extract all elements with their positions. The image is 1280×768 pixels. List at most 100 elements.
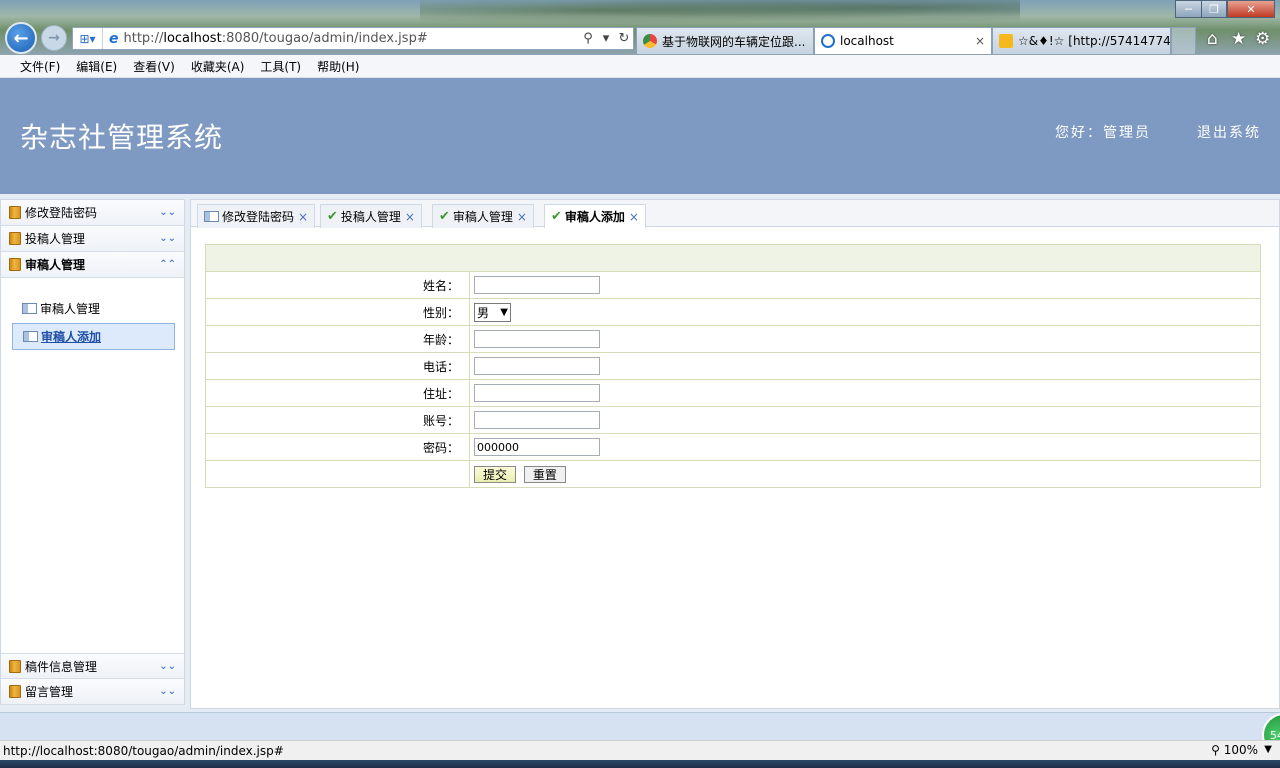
field-label: 账号：	[205, 406, 470, 434]
tab-reviewer-manage[interactable]: ✔ 审稿人管理 ×	[432, 204, 534, 228]
account-input[interactable]	[474, 411, 600, 429]
browser-tab-3[interactable]: ☆&♦!☆ [http://57414774...	[992, 27, 1171, 54]
address-url[interactable]: http://localhost:8080/tougao/admin/index…	[124, 31, 580, 46]
sidebar-section-label: 修改登陆密码	[25, 206, 98, 220]
close-window-button[interactable]: ✕	[1227, 0, 1275, 18]
sidebar-section-messages[interactable]: 留言管理 ⌄⌄	[1, 679, 184, 705]
close-icon[interactable]: ×	[517, 210, 527, 224]
sidebar-section-submitters[interactable]: 投稿人管理 ⌄⌄	[1, 226, 184, 252]
gear-icon[interactable]: ⚙	[1255, 29, 1270, 49]
browser-tab-1[interactable]: 基于物联网的车辆定位跟...	[636, 27, 814, 54]
menu-view[interactable]: 查看(V)	[125, 58, 183, 75]
maximize-button[interactable]: ❐	[1201, 0, 1227, 18]
form-row-age: 年龄：	[205, 325, 1261, 353]
dropdown-arrow-icon[interactable]: ▾	[597, 31, 615, 46]
tab-label: 修改登陆密码	[222, 210, 295, 224]
tab-label: 审稿人添加	[564, 210, 625, 224]
submit-button[interactable]: 提交	[474, 465, 517, 483]
reset-button[interactable]: 重置	[523, 465, 566, 483]
chevron-down-icon[interactable]: ▼	[1264, 744, 1272, 755]
ie-icon: e	[109, 30, 119, 47]
arrow-left-icon: ←	[13, 27, 29, 49]
form-row-account: 账号：	[205, 406, 1261, 434]
tab-label: 审稿人管理	[452, 210, 513, 224]
check-icon: ✔	[551, 209, 562, 224]
form-row-address: 住址：	[205, 379, 1261, 407]
form-row-phone: 电话：	[205, 352, 1261, 380]
star-icon	[999, 34, 1013, 48]
logout-link[interactable]: 退出系统	[1197, 122, 1261, 142]
sidebar-section-change-password[interactable]: 修改登陆密码 ⌄⌄	[1, 200, 184, 226]
home-icon[interactable]: ⌂	[1207, 29, 1218, 49]
menu-favorites[interactable]: 收藏夹(A)	[183, 58, 253, 75]
app-footer	[0, 712, 1280, 740]
folder-icon	[9, 206, 21, 219]
back-button[interactable]: ←	[5, 22, 37, 54]
form-row-name: 姓名：	[205, 271, 1261, 299]
close-icon[interactable]: ×	[405, 210, 415, 224]
address-input[interactable]	[474, 384, 600, 402]
search-icon[interactable]: ⚲	[579, 31, 597, 46]
url-scheme: http://	[123, 31, 164, 46]
field-label: 姓名：	[205, 271, 470, 299]
menu-tools[interactable]: 工具(T)	[252, 58, 309, 75]
arrow-right-icon: →	[48, 30, 60, 46]
form-row-actions: 提交 重置	[205, 460, 1261, 488]
phone-input[interactable]	[474, 357, 600, 375]
close-icon[interactable]: ×	[629, 210, 639, 224]
chevron-up-icon: ⌃⌃	[159, 259, 176, 270]
ie-icon	[821, 34, 835, 48]
close-tab-icon[interactable]: ×	[971, 34, 985, 48]
password-input[interactable]	[474, 438, 600, 456]
sidebar-section-reviewers[interactable]: 审稿人管理 ⌃⌃	[1, 252, 184, 278]
sidebar-section-label: 留言管理	[25, 685, 74, 699]
compatibility-view-icon[interactable]: ⊞▾	[73, 28, 103, 49]
menu-help[interactable]: 帮助(H)	[309, 58, 367, 75]
sidebar-section-label: 审稿人管理	[25, 258, 86, 272]
new-tab-button[interactable]	[1171, 27, 1196, 54]
minimize-button[interactable]: ─	[1175, 0, 1202, 18]
url-host: localhost	[163, 31, 222, 46]
browser-titlebar: ← → ⊞▾ e http://localhost:8080/tougao/ad…	[0, 0, 1280, 55]
sidebar-item-reviewer-manage[interactable]: 审稿人管理	[12, 295, 175, 322]
chevron-down-icon: ⌄⌄	[159, 207, 176, 218]
field-label: 年龄：	[205, 325, 470, 353]
favorites-star-icon[interactable]: ★	[1231, 29, 1246, 49]
close-icon[interactable]: ×	[298, 210, 308, 224]
chevron-down-icon: ⌄⌄	[159, 660, 176, 672]
check-icon: ✔	[439, 209, 450, 224]
zoom-value: 100%	[1223, 743, 1258, 757]
gender-select-value: 男	[477, 305, 490, 320]
browser-tab-active[interactable]: localhost ×	[814, 27, 992, 54]
field-label: 性别：	[205, 298, 470, 326]
app-body: 修改登陆密码 ⌄⌄ 投稿人管理 ⌄⌄ 审稿人管理 ⌃⌃ 审稿人管理 审稿人添加 …	[0, 194, 1280, 712]
name-input[interactable]	[474, 276, 600, 294]
chevron-down-icon: ⌄⌄	[159, 233, 176, 244]
sidebar-section-label: 投稿人管理	[25, 232, 86, 246]
tab-reviewer-add[interactable]: ✔ 审稿人添加 ×	[544, 204, 646, 228]
sidebar-section-label: 稿件信息管理	[25, 659, 98, 674]
menu-edit[interactable]: 编辑(E)	[68, 58, 125, 75]
address-bar[interactable]: ⊞▾ e http://localhost:8080/tougao/admin/…	[72, 27, 634, 50]
tab-change-password[interactable]: 修改登陆密码 ×	[197, 204, 316, 228]
taskbar	[0, 760, 1280, 768]
menu-file[interactable]: 文件(F)	[12, 58, 68, 75]
tab-title: 基于物联网的车辆定位跟...	[662, 34, 806, 49]
tab-submitter-manage[interactable]: ✔ 投稿人管理 ×	[320, 204, 422, 228]
field-label: 密码：	[205, 433, 470, 461]
zoom-level[interactable]: ⚲ 100%	[1211, 743, 1258, 757]
tab-title: localhost	[840, 34, 894, 48]
gender-select[interactable]: 男 ▼	[474, 302, 511, 322]
sidebar-item-reviewer-add[interactable]: 审稿人添加	[12, 323, 175, 350]
forward-button[interactable]: →	[41, 25, 67, 51]
age-input[interactable]	[474, 330, 600, 348]
card-icon	[204, 211, 219, 222]
status-bar: http://localhost:8080/tougao/admin/index…	[0, 740, 1280, 760]
content-panel: 修改登陆密码 × ✔ 投稿人管理 × ✔ 审稿人管理 × ✔ 审稿人添加 × 姓…	[190, 199, 1280, 709]
folder-icon	[9, 258, 21, 271]
google-icon	[643, 34, 657, 48]
reviewer-add-form: 姓名： 性别： 男 ▼ 年龄： 电话： 住址： 账号： 密码： 000000 提…	[205, 244, 1261, 488]
refresh-icon[interactable]: ↻	[615, 31, 633, 46]
sidebar-section-manuscripts[interactable]: 稿件信息管理 ⌄⌄	[1, 653, 184, 679]
form-header-row	[205, 244, 1261, 272]
